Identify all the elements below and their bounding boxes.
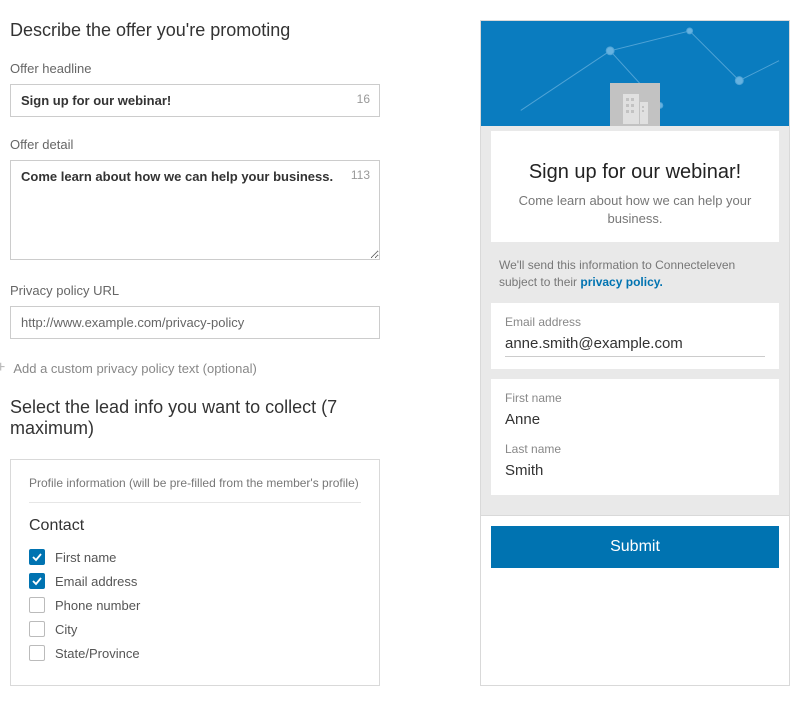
submit-button[interactable]: Submit: [491, 526, 779, 568]
contact-group-title: Contact: [29, 517, 361, 535]
checkbox-label: Email address: [55, 574, 137, 589]
checkbox-icon: [29, 621, 45, 637]
preview-first-value[interactable]: Anne: [505, 411, 765, 432]
preview-privacy-note: We'll send this information to Connectel…: [491, 253, 779, 303]
offer-detail-input[interactable]: Come learn about how we can help your bu…: [10, 160, 380, 260]
add-custom-privacy[interactable]: + Add a custom privacy policy text (opti…: [10, 359, 380, 377]
preview-panel: Sign up for our webinar! Come learn abou…: [480, 20, 790, 686]
offer-headline-input[interactable]: [10, 84, 380, 117]
headline-count: 16: [357, 92, 370, 106]
checkbox-email[interactable]: Email address: [29, 573, 361, 589]
offer-detail-label: Offer detail: [10, 137, 380, 152]
preview-email-value[interactable]: anne.smith@example.com: [505, 335, 765, 357]
checkbox-icon: [29, 549, 45, 565]
checkbox-city[interactable]: City: [29, 621, 361, 637]
preview-hero: [481, 21, 789, 126]
offer-headline-label: Offer headline: [10, 61, 380, 76]
preview-email-label: Email address: [505, 315, 765, 329]
preview-detail: Come learn about how we can help your bu…: [509, 192, 761, 228]
profile-hint: Profile information (will be pre-filled …: [29, 476, 361, 503]
checkbox-first-name[interactable]: First name: [29, 549, 361, 565]
select-lead-title: Select the lead info you want to collect…: [10, 397, 380, 439]
company-logo-icon: [610, 83, 660, 126]
checkbox-label: City: [55, 622, 77, 637]
checkbox-label: Phone number: [55, 598, 140, 613]
checkbox-icon: [29, 573, 45, 589]
privacy-url-input[interactable]: [10, 306, 380, 339]
add-custom-label: Add a custom privacy policy text (option…: [13, 361, 257, 376]
preview-title: Sign up for our webinar!: [509, 161, 761, 184]
detail-count: 113: [351, 168, 370, 182]
plus-icon: +: [0, 359, 5, 377]
privacy-policy-link[interactable]: privacy policy.: [580, 275, 662, 289]
checkbox-phone[interactable]: Phone number: [29, 597, 361, 613]
checkbox-state[interactable]: State/Province: [29, 645, 361, 661]
checkbox-icon: [29, 597, 45, 613]
preview-last-value[interactable]: Smith: [505, 462, 765, 483]
preview-last-label: Last name: [505, 442, 765, 456]
checkbox-label: First name: [55, 550, 116, 565]
checkbox-label: State/Province: [55, 646, 140, 661]
privacy-url-label: Privacy policy URL: [10, 283, 380, 298]
checkbox-icon: [29, 645, 45, 661]
describe-title: Describe the offer you're promoting: [10, 20, 380, 41]
preview-first-label: First name: [505, 391, 765, 405]
